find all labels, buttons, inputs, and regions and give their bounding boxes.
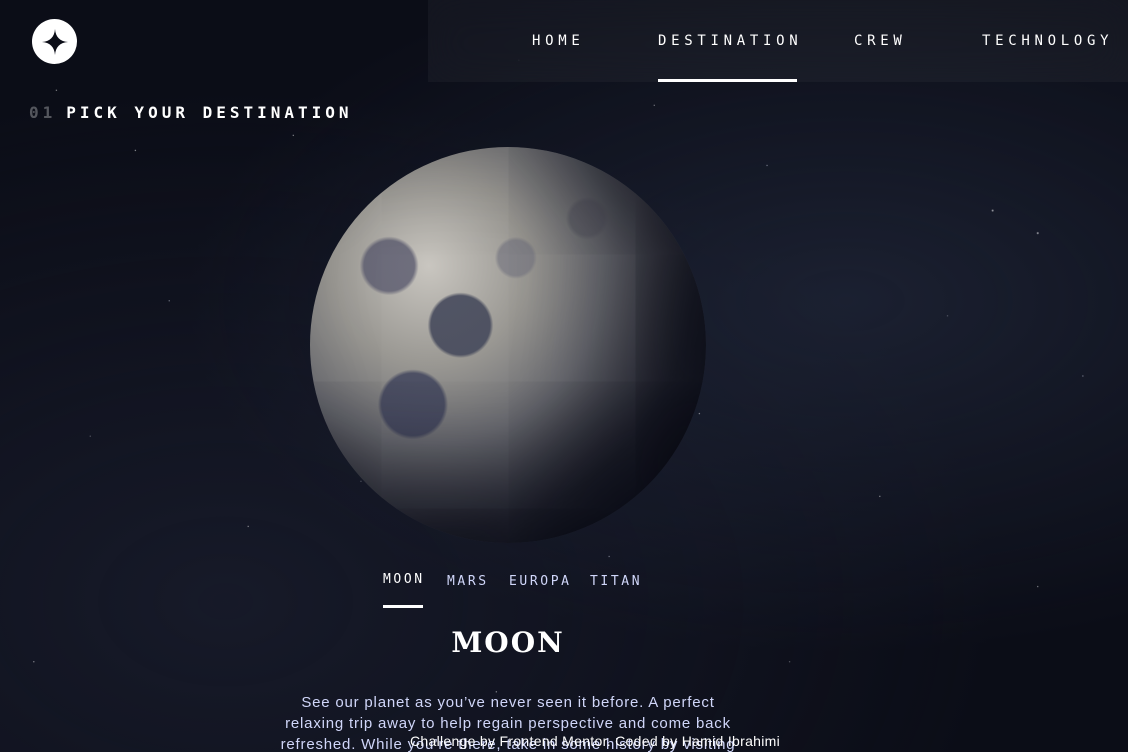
nav-crew[interactable]: CREW [854, 0, 907, 82]
page-title: PICK YOUR DESTINATION [66, 103, 353, 122]
page-heading: 01 PICK YOUR DESTINATION [29, 103, 353, 122]
page-number: 01 [29, 103, 57, 122]
moon-image [310, 147, 706, 543]
tab-mars[interactable]: MARS [447, 574, 489, 610]
star-icon [41, 28, 68, 55]
primary-navigation: HOME DESTINATION CREW TECHNOLOGY [428, 0, 1128, 82]
tab-moon[interactable]: MOON [383, 572, 425, 608]
frontend-mentor-link[interactable]: Frontend Mentor [500, 733, 607, 749]
author-link[interactable]: Hamid Ibrahimi [682, 733, 780, 749]
attribution-middle: . Coded by [606, 733, 678, 749]
destination-name: MOON [451, 626, 565, 659]
nav-technology[interactable]: TECHNOLOGY [982, 0, 1113, 82]
attribution: Challenge by Frontend Mentor. Coded by H… [410, 733, 780, 749]
tab-europa[interactable]: EUROPA [509, 574, 572, 610]
nav-home[interactable]: HOME [532, 0, 585, 82]
attribution-prefix: Challenge by [410, 733, 496, 749]
logo-icon[interactable] [32, 19, 77, 64]
nav-destination[interactable]: DESTINATION [658, 0, 802, 82]
tab-titan[interactable]: TITAN [590, 574, 642, 610]
